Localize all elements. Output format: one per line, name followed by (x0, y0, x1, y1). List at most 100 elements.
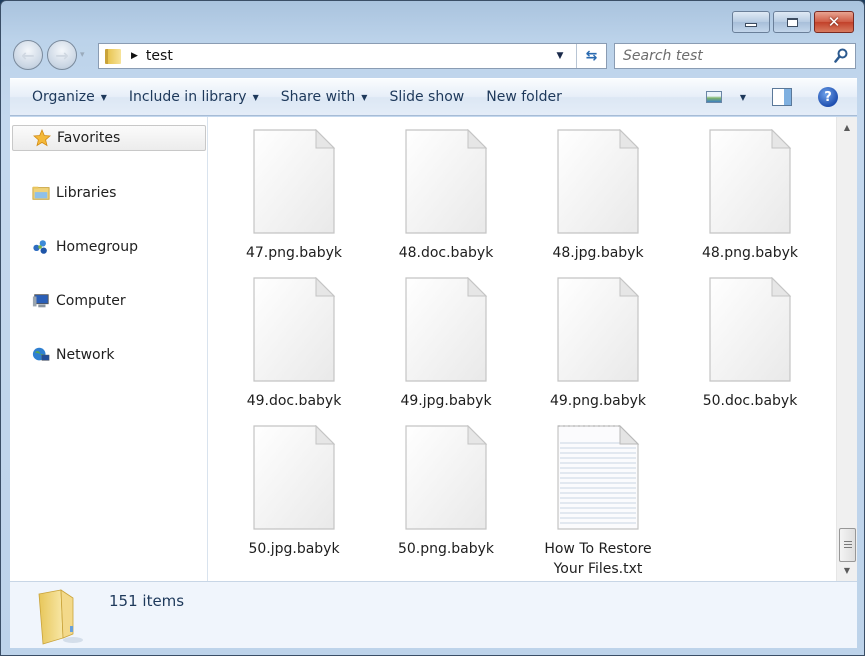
file-name: 50.png.babyk (397, 541, 495, 557)
organize-label: Organize (32, 89, 95, 105)
file-name: 50.doc.babyk (702, 393, 798, 409)
refresh-icon: ⇆ (585, 48, 598, 64)
search-box (614, 43, 856, 69)
generic-file-icon (252, 128, 336, 235)
file-item[interactable]: 49.doc.babyk (218, 276, 370, 411)
generic-file-icon (404, 276, 488, 383)
file-item[interactable]: How To Restore Your Files.txt (522, 424, 674, 579)
new-folder-button[interactable]: New folder (475, 79, 573, 115)
file-item[interactable]: 48.jpg.babyk (522, 128, 674, 263)
include-in-library-label: Include in library (128, 89, 247, 105)
file-item[interactable]: 48.png.babyk (674, 128, 826, 263)
change-view-icon[interactable] (705, 91, 722, 103)
file-item[interactable]: 47.png.babyk (218, 128, 370, 263)
minimize-icon (745, 23, 757, 27)
nav-item-favorites[interactable]: Favorites (12, 125, 206, 151)
scroll-up-button[interactable]: ▲ (837, 119, 857, 136)
generic-file-icon (708, 276, 792, 383)
nav-item-label: Libraries (56, 185, 117, 201)
homegroup-icon (32, 238, 50, 256)
vertical-scrollbar[interactable]: ▲ ▼ (836, 117, 857, 581)
recent-pages-dropdown[interactable]: ▾ (80, 50, 85, 60)
command-bar: Organize ▼ Include in library ▼ Share with… (10, 78, 857, 116)
generic-file-icon (556, 128, 640, 235)
file-item[interactable]: 50.png.babyk (370, 424, 522, 559)
address-history-dropdown[interactable]: ▼ (552, 44, 568, 68)
file-name: 50.jpg.babyk (248, 541, 340, 557)
help-icon[interactable]: ? (818, 87, 838, 107)
details-pane: 151 items (10, 581, 857, 648)
scroll-down-icon: ▼ (843, 566, 851, 575)
grip-icon (843, 540, 852, 550)
back-button[interactable]: ← (13, 40, 43, 70)
share-with-button[interactable]: Share with ▼ (270, 79, 379, 115)
generic-file-icon (708, 128, 792, 235)
caption-buttons: ✕ (732, 11, 854, 33)
nav-item-label: Homegroup (56, 239, 139, 255)
refresh-button[interactable]: ⇆ (576, 44, 606, 68)
file-item[interactable]: 50.jpg.babyk (218, 424, 370, 559)
item-count: 151 items (109, 592, 185, 610)
folder-icon (38, 589, 83, 645)
file-name: 49.png.babyk (549, 393, 647, 409)
close-icon: ✕ (827, 13, 841, 31)
organize-button[interactable]: Organize ▼ (10, 79, 118, 115)
include-in-library-button[interactable]: Include in library ▼ (118, 79, 270, 115)
search-icon[interactable] (834, 48, 848, 64)
folder-icon (105, 48, 121, 64)
address-bar[interactable]: ▶ test ▼ ⇆ (98, 43, 607, 69)
nav-item-libraries[interactable]: Libraries (10, 180, 116, 206)
nav-item-network[interactable]: Network (10, 342, 114, 368)
network-icon (32, 346, 50, 364)
nav-item-label: Computer (56, 293, 126, 309)
scroll-up-icon: ▲ (843, 123, 851, 132)
file-item[interactable]: 50.doc.babyk (674, 276, 826, 411)
generic-file-icon (404, 424, 488, 531)
file-list: 47.png.babyk 48.doc.babyk 48.jpg.babyk 4… (208, 117, 836, 581)
nav-item-label: Favorites (57, 130, 121, 146)
nav-item-label: Network (56, 347, 115, 363)
maximize-icon (786, 17, 798, 27)
breadcrumb-separator-icon[interactable]: ▶ (131, 51, 138, 61)
file-name: 49.jpg.babyk (400, 393, 492, 409)
preview-pane-icon[interactable] (772, 88, 792, 106)
breadcrumb-current-folder[interactable]: test (146, 48, 173, 64)
file-name: How To Restore Your Files.txt (544, 541, 652, 577)
generic-file-icon (556, 276, 640, 383)
close-button[interactable]: ✕ (814, 11, 854, 33)
file-name: 49.doc.babyk (246, 393, 342, 409)
generic-file-icon (252, 276, 336, 383)
file-item[interactable]: 49.jpg.babyk (370, 276, 522, 411)
nav-item-homegroup[interactable]: Homegroup (10, 234, 138, 260)
forward-button[interactable]: → (47, 40, 77, 70)
chevron-down-icon: ▼ (252, 92, 259, 102)
search-input[interactable] (623, 48, 823, 64)
slide-show-button[interactable]: Slide show (378, 79, 475, 115)
generic-file-icon (404, 128, 488, 235)
share-with-label: Share with (280, 89, 356, 105)
libraries-icon (32, 184, 50, 202)
maximize-button[interactable] (773, 11, 811, 33)
nav-item-computer[interactable]: Computer (10, 288, 126, 314)
minimize-button[interactable] (732, 11, 770, 33)
navigation-buttons: ← → ▾ (13, 40, 85, 70)
generic-file-icon (252, 424, 336, 531)
new-folder-label: New folder (486, 89, 562, 105)
star-icon (33, 129, 51, 147)
file-item[interactable]: 48.doc.babyk (370, 128, 522, 263)
view-options-dropdown[interactable]: ▼ (740, 93, 746, 102)
computer-icon (32, 292, 50, 310)
scrollbar-thumb[interactable] (839, 528, 856, 562)
slide-show-label: Slide show (389, 89, 465, 105)
explorer-window: ✕ ← → ▾ ▶ test ▼ ⇆ Organize ▼ Include in … (0, 0, 865, 656)
file-name: 48.png.babyk (701, 245, 799, 261)
file-name: 48.jpg.babyk (552, 245, 644, 261)
navigation-pane: Favorites Libraries Homegroup Computer N… (10, 117, 208, 581)
forward-arrow-icon: → (55, 45, 69, 65)
scroll-down-button[interactable]: ▼ (837, 562, 857, 579)
file-item[interactable]: 49.png.babyk (522, 276, 674, 411)
text-file-icon (556, 424, 640, 531)
file-name: 47.png.babyk (245, 245, 343, 261)
chevron-down-icon: ▼ (100, 92, 107, 102)
chevron-down-icon: ▼ (361, 92, 368, 102)
